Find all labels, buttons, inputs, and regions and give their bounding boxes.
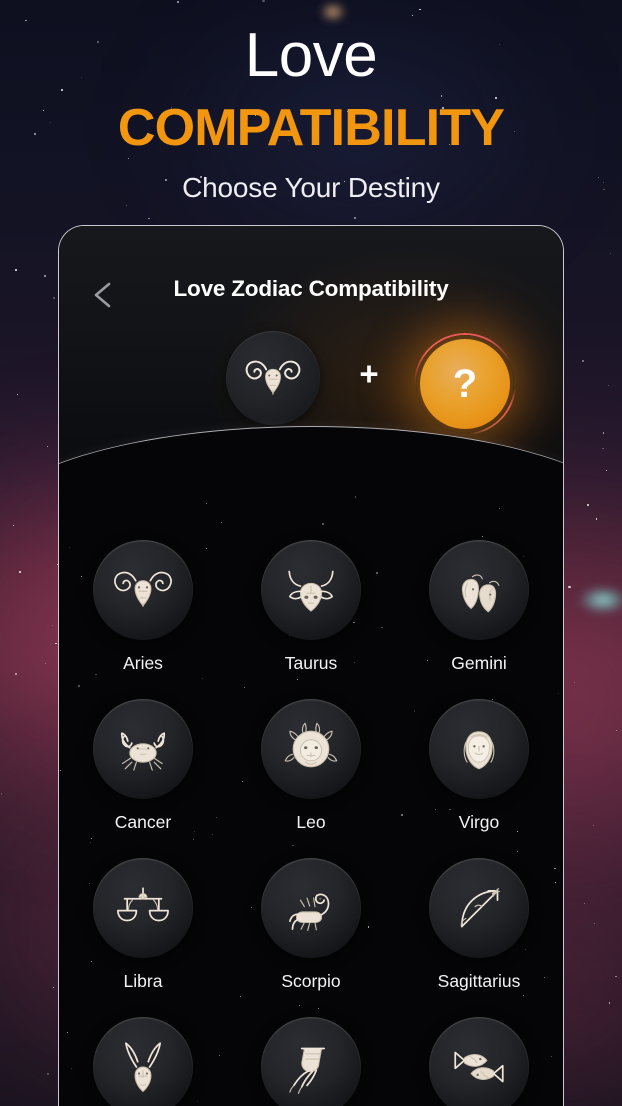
virgo-maiden-icon [463,731,495,770]
zodiac-item-avatar [429,699,529,799]
aquarius-urn-icon [289,1047,326,1094]
zodiac-item-avatar [93,1017,193,1106]
zodiac-item-avatar [429,858,529,958]
zodiac-item-avatar [429,540,529,640]
zodiac-item-scorpio[interactable]: Scorpio [227,858,395,992]
app-header-title: Love Zodiac Compatibility [173,276,449,301]
promo-subtitle: Choose Your Destiny [182,172,440,203]
selected-sign-second[interactable]: ? [359,305,563,463]
taurus-bull-icon [288,570,334,612]
sagittarius-archer-icon [460,887,501,928]
pick-sign-circle: ? [420,339,510,429]
pick-sign-slot[interactable]: ? [386,305,544,463]
zodiac-item-capricorn[interactable]: Capricorn [59,1017,227,1106]
teal-star-glow [580,588,622,612]
zodiac-item-sagittarius[interactable]: Sagittarius [395,858,563,992]
aries-ram-icon [245,360,301,395]
promo-screenshot: Love COMPATIBILITY Choose Your Destiny L… [0,0,622,1106]
cancer-crab-icon [120,732,166,771]
question-mark-icon: ? [452,362,478,406]
zodiac-grid: Aries Taurus Gemini Cancer Leo Virgo Lib… [59,540,563,1106]
selected-sign-avatar [226,331,320,425]
zodiac-item-label: Taurus [284,653,338,673]
zodiac-item-label: Libra [123,971,163,991]
zodiac-item-pisces[interactable]: Pisces [395,1017,563,1106]
zodiac-item-label: Cancer [114,812,172,832]
zodiac-item-label: Aries [123,653,163,673]
zodiac-grid-area: Aries Taurus Gemini Cancer Leo Virgo Lib… [59,494,563,1106]
zodiac-item-label: Scorpio [281,971,341,991]
gemini-twins-icon [461,574,500,613]
zodiac-item-avatar [261,540,361,640]
leo-lion-icon [284,722,338,768]
zodiac-item-avatar [261,699,361,799]
zodiac-item-gemini[interactable]: Gemini [395,540,563,674]
scorpio-scorpion-icon [289,893,330,932]
libra-scales-icon [117,887,169,922]
zodiac-item-label: Leo [296,812,326,832]
zodiac-item-taurus[interactable]: Taurus [227,540,395,674]
orange-star-glow [320,2,346,22]
zodiac-item-avatar [93,858,193,958]
zodiac-item-avatar [93,540,193,640]
zodiac-item-libra[interactable]: Libra [59,858,227,992]
promo-headline-compatibility: COMPATIBILITY [117,99,505,157]
app-header-panel: Love Zodiac Compatibility + ? [59,226,563,626]
zodiac-item-aquarius[interactable]: Aquarius [227,1017,395,1106]
phone-mockup: Love Zodiac Compatibility + ? Aries Taur… [58,225,564,1106]
zodiac-item-label: Gemini [451,653,507,673]
zodiac-item-leo[interactable]: Leo [227,699,395,833]
zodiac-item-label: Sagittarius [437,971,521,991]
zodiac-item-label: Virgo [458,812,500,832]
capricorn-goat-icon [124,1042,162,1093]
aries-ram-icon [114,571,172,608]
zodiac-item-avatar [261,1017,361,1106]
pisces-fish-icon [454,1051,504,1083]
zodiac-item-avatar [429,1017,529,1106]
zodiac-item-avatar [261,858,361,958]
zodiac-item-avatar [93,699,193,799]
zodiac-item-cancer[interactable]: Cancer [59,699,227,833]
promo-headline-love: Love [244,21,378,90]
zodiac-item-aries[interactable]: Aries [59,540,227,674]
zodiac-item-virgo[interactable]: Virgo [395,699,563,833]
